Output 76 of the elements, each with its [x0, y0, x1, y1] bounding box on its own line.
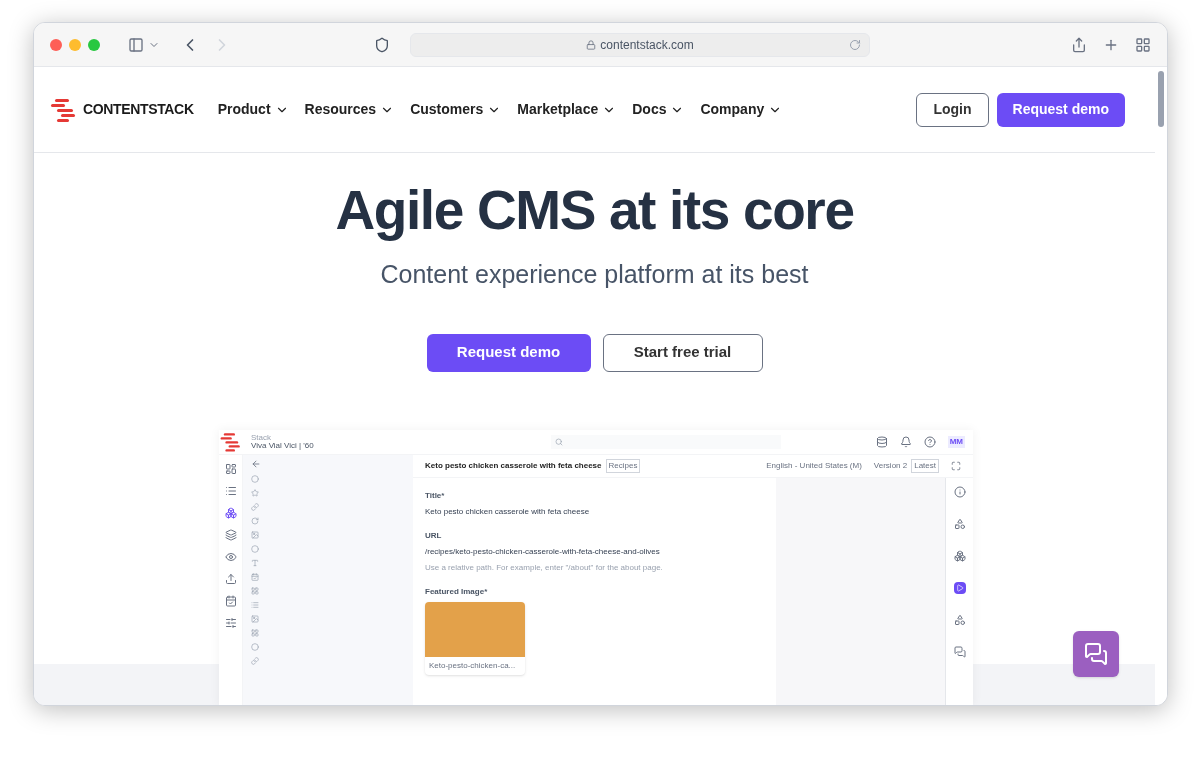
- nav-menu-item[interactable]: Docs: [632, 99, 685, 120]
- field-type-icon[interactable]: [251, 558, 259, 567]
- rail-icon[interactable]: [224, 550, 237, 563]
- rail-icon[interactable]: [224, 616, 237, 629]
- image-caption: Keto-pesto-chicken-ca...: [428, 659, 517, 672]
- logo-wordmark: CONTENTSTACK: [83, 100, 194, 119]
- field-value[interactable]: Keto pesto chicken casserole with feta cheese: [425, 505, 764, 518]
- nav-menu-item[interactable]: Marketplace: [517, 99, 617, 120]
- field-type-icon[interactable]: [251, 474, 259, 483]
- search-icon: [555, 437, 563, 446]
- request-demo-button[interactable]: Request demo: [996, 92, 1125, 127]
- rail-icon[interactable]: [224, 506, 237, 519]
- info-icon[interactable]: [953, 485, 966, 498]
- field-label: Featured Image*: [425, 585, 489, 598]
- scrollbar[interactable]: [1155, 67, 1167, 705]
- field-type-icon[interactable]: [251, 586, 259, 595]
- comments-icon[interactable]: [953, 645, 966, 658]
- rail-icon[interactable]: [224, 462, 237, 475]
- chat-icon: [1084, 642, 1108, 666]
- field-help-text: Use a relative path. For example, enter "/about" for the about page.: [425, 561, 664, 574]
- sidebar-icon[interactable]: [128, 36, 144, 53]
- free-trial-button[interactable]: Start free trial: [602, 333, 763, 372]
- field-type-icon[interactable]: [251, 516, 259, 525]
- maximize-icon[interactable]: [88, 38, 100, 51]
- minimize-icon[interactable]: [69, 38, 81, 51]
- request-demo-button[interactable]: Request demo: [426, 333, 591, 372]
- bell-icon[interactable]: [899, 435, 912, 448]
- hero-subtitle: Content experience platform at its best: [380, 259, 809, 290]
- share-icon[interactable]: [1071, 36, 1087, 53]
- help-icon[interactable]: [923, 435, 936, 448]
- nav-menu-item[interactable]: Resources: [304, 99, 395, 120]
- field-type-icon[interactable]: [251, 614, 259, 623]
- expand-icon[interactable]: [951, 460, 961, 471]
- rail-icon[interactable]: [224, 484, 237, 497]
- reload-icon[interactable]: [849, 38, 861, 51]
- chat-button[interactable]: [1073, 631, 1119, 677]
- shapes-icon[interactable]: [953, 517, 966, 530]
- field-type-icon[interactable]: [251, 544, 259, 553]
- lock-icon: [586, 39, 597, 50]
- image-card[interactable]: Keto-pesto-chicken-ca...: [425, 601, 525, 675]
- stack-selector[interactable]: Viva Vial Vici | '60: [251, 441, 381, 450]
- field-type-icon[interactable]: [251, 530, 259, 539]
- tabs-overview-icon[interactable]: [1135, 36, 1151, 53]
- field-type-icon[interactable]: [251, 600, 259, 609]
- field-type-icon[interactable]: [251, 656, 259, 665]
- version-selector[interactable]: Version 2: [873, 459, 908, 472]
- user-avatar[interactable]: MM: [947, 435, 965, 448]
- play-icon[interactable]: [953, 581, 966, 594]
- login-button[interactable]: Login: [916, 92, 989, 127]
- nav-menu-item[interactable]: Company: [700, 99, 783, 120]
- content-type-tag: Recipes: [605, 458, 641, 473]
- field-type-icon[interactable]: [251, 642, 259, 651]
- field-label: URL: [425, 529, 443, 542]
- version-tag: Latest: [911, 458, 939, 473]
- rail-icon[interactable]: [224, 594, 237, 607]
- nav-menu-item[interactable]: Customers: [410, 99, 502, 120]
- rail-icon[interactable]: [224, 528, 237, 541]
- url-text: contentstack.com: [600, 36, 694, 54]
- rail-icon[interactable]: [224, 572, 237, 585]
- field-type-icon[interactable]: [251, 502, 259, 511]
- shapes-icon[interactable]: [953, 613, 966, 626]
- field-type-icon[interactable]: [251, 488, 259, 497]
- address-bar[interactable]: contentstack.com: [410, 32, 870, 57]
- close-icon[interactable]: [50, 38, 62, 51]
- stack-label: Stack: [251, 433, 272, 442]
- field-type-icon[interactable]: [251, 572, 259, 581]
- field-label: Title*: [425, 489, 446, 502]
- database-icon[interactable]: [875, 435, 888, 448]
- locale-selector[interactable]: English - United States (M): [766, 459, 862, 472]
- nav-menu-item[interactable]: Product: [217, 99, 289, 120]
- back-arrow-icon[interactable]: [251, 458, 261, 469]
- shield-icon[interactable]: [374, 36, 390, 53]
- field-value[interactable]: /recipes/keto-pesto-chicken-casserole-with-feta-cheese-and-olives: [425, 545, 764, 558]
- search-field[interactable]: [551, 434, 781, 449]
- field-type-icon[interactable]: [251, 628, 259, 637]
- entry-title: Keto pesto chicken casserole with feta cheese: [425, 459, 602, 472]
